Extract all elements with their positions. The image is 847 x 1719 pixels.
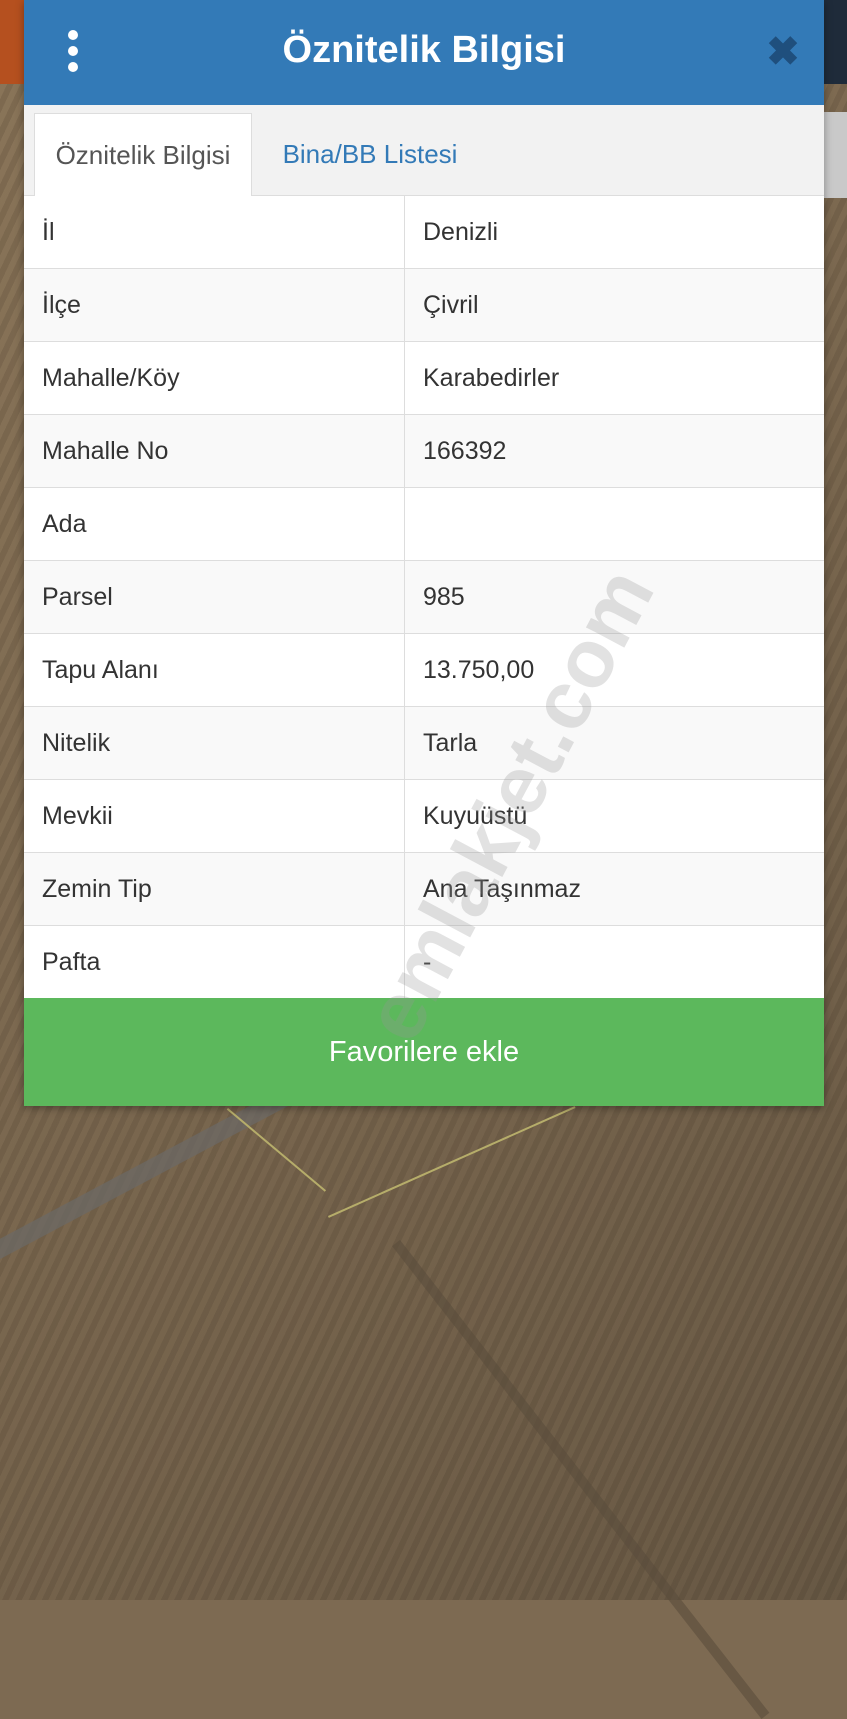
row-value: 166392 — [404, 414, 824, 488]
row-value: Tarla — [404, 706, 824, 780]
row-value: Kuyuüstü — [404, 779, 824, 853]
row-value: Denizli — [404, 196, 824, 269]
row-key: Mevkii — [24, 779, 405, 853]
table-row: İl Denizli — [24, 196, 824, 269]
table-row: Pafta - — [24, 925, 824, 999]
row-value: Karabedirler — [404, 341, 824, 415]
tab-attribute-info[interactable]: Öznitelik Bilgisi — [34, 113, 252, 197]
attribute-table: İl Denizli İlçe Çivril Mahalle/Köy Karabedi… — [24, 196, 824, 999]
add-to-favorites-button[interactable]: Favorilere ekle — [24, 998, 824, 1106]
row-key: Ada — [24, 487, 405, 561]
row-key: Parsel — [24, 560, 405, 634]
row-value: Ana Taşınmaz — [404, 852, 824, 926]
row-key: İlçe — [24, 268, 405, 342]
tabs-bar: Öznitelik Bilgisi Bina/BB Listesi — [24, 105, 824, 197]
row-key: Tapu Alanı — [24, 633, 405, 707]
row-value: 985 — [404, 560, 824, 634]
close-icon[interactable]: ✖ — [765, 32, 801, 72]
map-side-control[interactable] — [824, 112, 847, 198]
dialog-title: Öznitelik Bilgisi — [282, 29, 566, 71]
table-row: Mahalle/Köy Karabedirler — [24, 341, 824, 415]
row-value: 13.750,00 — [404, 633, 824, 707]
table-row: Mahalle No 166392 — [24, 414, 824, 488]
table-row: Nitelik Tarla — [24, 706, 824, 780]
row-key: Pafta — [24, 925, 405, 999]
row-key: Mahalle/Köy — [24, 341, 405, 415]
table-row: Parsel 985 — [24, 560, 824, 634]
row-key: Zemin Tip — [24, 852, 405, 926]
table-row: İlçe Çivril — [24, 268, 824, 342]
row-key: İl — [24, 196, 405, 269]
dialog-header: Öznitelik Bilgisi ✖ — [24, 0, 824, 105]
table-row: Mevkii Kuyuüstü — [24, 779, 824, 853]
tab-building-list[interactable]: Bina/BB Listesi — [270, 113, 470, 195]
attribute-dialog: Öznitelik Bilgisi ✖ Öznitelik Bilgisi Bi… — [24, 0, 824, 1106]
table-row: Zemin Tip Ana Taşınmaz — [24, 852, 824, 926]
row-key: Mahalle No — [24, 414, 405, 488]
table-row: Ada — [24, 487, 824, 561]
row-value: Çivril — [404, 268, 824, 342]
row-key: Nitelik — [24, 706, 405, 780]
row-value: - — [404, 925, 824, 999]
table-row: Tapu Alanı 13.750,00 — [24, 633, 824, 707]
row-value — [404, 487, 824, 561]
